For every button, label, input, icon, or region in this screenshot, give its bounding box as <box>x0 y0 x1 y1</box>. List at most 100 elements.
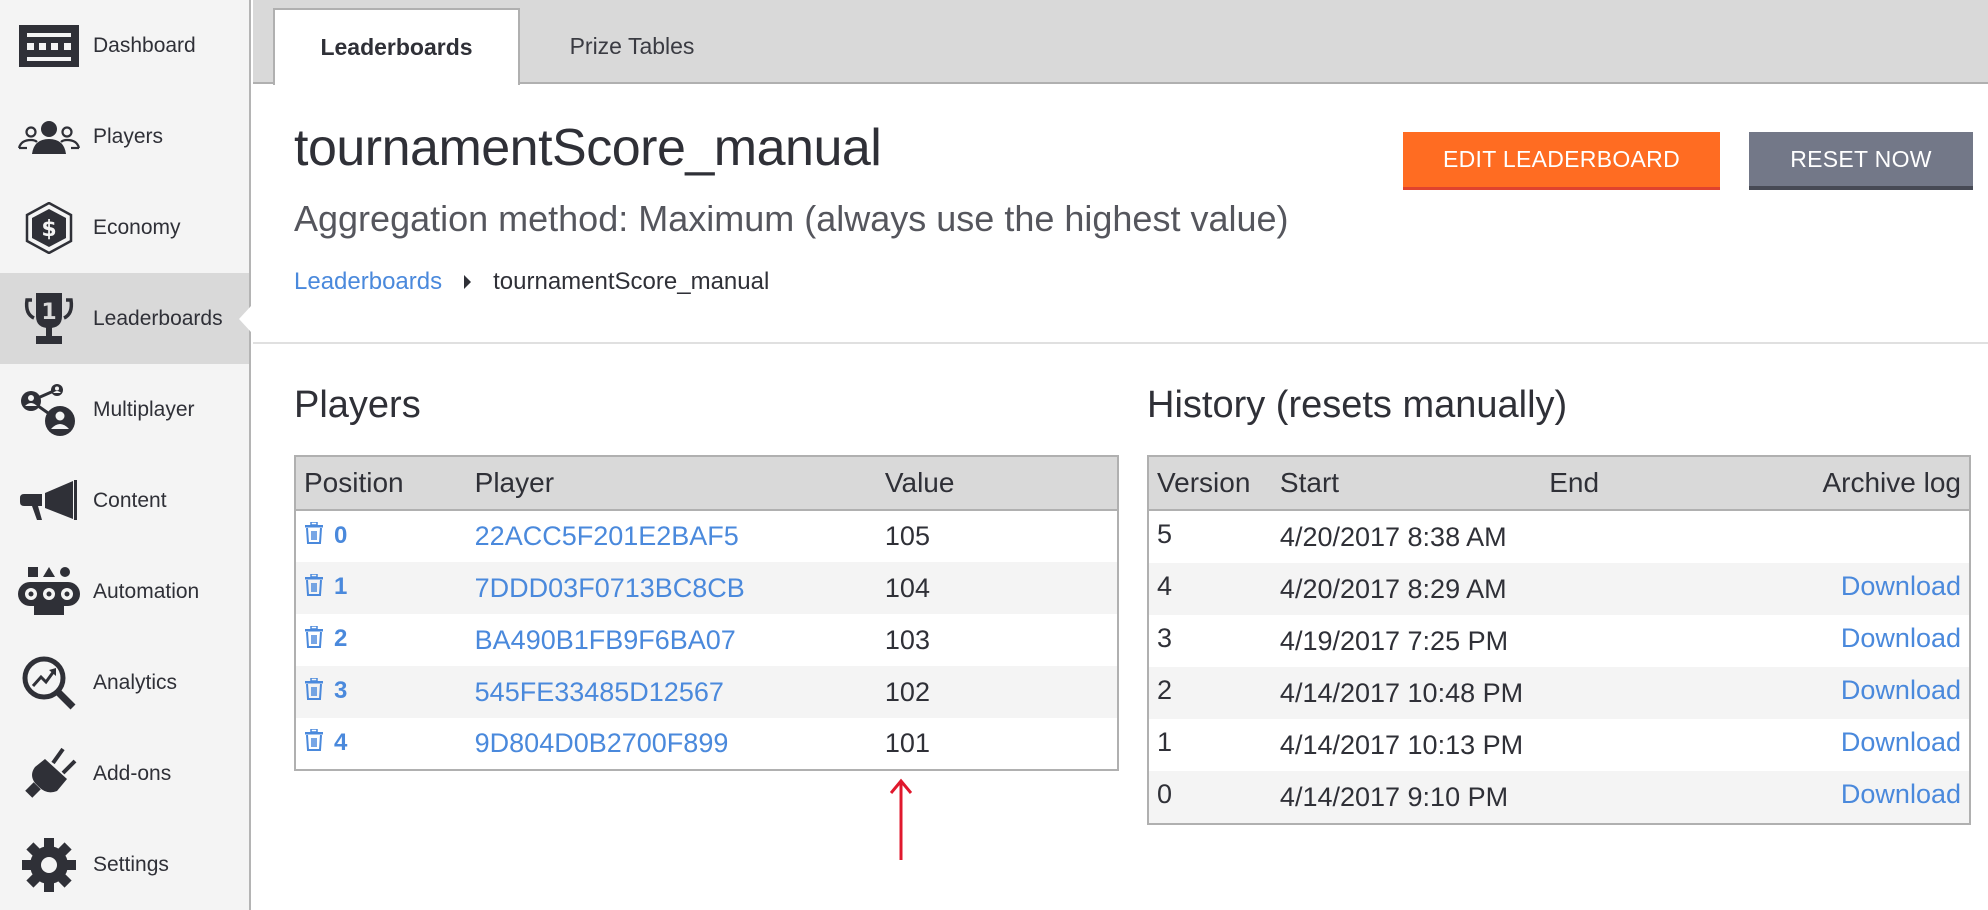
sidebar-item-dashboard[interactable]: Dashboard <box>0 0 249 91</box>
player-cell: 22ACC5F201E2BAF5 <box>467 510 877 562</box>
column-header-position[interactable]: Position <box>295 456 467 511</box>
value-cell: 101 <box>884 728 930 758</box>
players-table: Position Player Value 0 22ACC5F201E2BAF5 1… <box>294 455 1119 771</box>
archive-log-cell <box>1800 510 1970 563</box>
table-row: 3 545FE33485D12567 102 <box>295 666 1118 718</box>
download-link[interactable]: Download <box>1841 675 1961 705</box>
position-link[interactable]: 3 <box>334 677 347 704</box>
tab-prize-tables[interactable]: Prize Tables <box>521 8 743 85</box>
version-cell: 3 <box>1157 623 1173 653</box>
sidebar-item-content[interactable]: Content <box>0 455 249 546</box>
sidebar-item-label: Settings <box>93 852 169 876</box>
start-cell: 4/20/2017 8:38 AM <box>1279 522 1507 552</box>
sidebar-item-label: Dashboard <box>93 33 196 57</box>
sidebar-item-label: Leaderboards <box>93 306 223 330</box>
history-table-header: Version Start End Archive log <box>1148 456 1970 511</box>
download-link[interactable]: Download <box>1841 779 1961 809</box>
version-cell: 1 <box>1157 727 1173 757</box>
breadcrumb-current: tournamentScore_manual <box>493 268 770 295</box>
table-row: 1 4/14/2017 10:13 PM Download <box>1148 719 1970 771</box>
table-row: 5 4/20/2017 8:38 AM <box>1148 510 1970 563</box>
player-cell: BA490B1FB9F6BA07 <box>467 614 877 666</box>
version-cell: 0 <box>1148 771 1272 824</box>
player-cell: 9D804D0B2700F899 <box>467 718 877 770</box>
position-link[interactable]: 0 <box>334 522 347 549</box>
download-link[interactable]: Download <box>1841 571 1961 601</box>
end-cell <box>1541 771 1801 824</box>
column-header-start[interactable]: Start <box>1271 456 1542 511</box>
position-cell: 3 <box>295 666 467 718</box>
trash-icon[interactable] <box>304 521 324 551</box>
history-table: Version Start End Archive log 5 4/20/2017… <box>1147 455 1971 825</box>
download-link[interactable]: Download <box>1841 727 1961 757</box>
sidebar-item-economy[interactable]: $ Economy <box>0 182 249 273</box>
position-cell: 4 <box>295 718 467 770</box>
tab-leaderboards[interactable]: Leaderboards <box>273 8 520 85</box>
sidebar-item-settings[interactable]: Settings <box>0 819 249 910</box>
page-title: tournamentScore_manual <box>294 119 882 177</box>
player-id-link[interactable]: 7DDD03F0713BC8CB <box>475 573 745 603</box>
version-cell: 5 <box>1157 519 1173 549</box>
sidebar-item-label: Players <box>93 124 164 148</box>
sidebar-item-multiplayer[interactable]: Multiplayer <box>0 364 249 455</box>
aggregation-method: Aggregation method: Maximum (always use … <box>294 198 1289 239</box>
position-link[interactable]: 1 <box>334 573 347 600</box>
player-id-link[interactable]: 545FE33485D12567 <box>475 677 724 707</box>
players-table-header: Position Player Value <box>295 456 1118 511</box>
position-cell: 1 <box>295 562 467 614</box>
table-row: 1 7DDD03F0713BC8CB 104 <box>295 562 1118 614</box>
sidebar-item-automation[interactable]: Automation <box>0 546 249 637</box>
archive-log-cell: Download <box>1800 719 1970 771</box>
sidebar-item-label: Multiplayer <box>93 397 195 421</box>
annotation-arrow-icon <box>890 778 912 860</box>
dashboard-icon <box>18 21 80 71</box>
table-row: 3 4/19/2017 7:25 PM Download <box>1148 615 1970 667</box>
trash-icon[interactable] <box>304 676 324 707</box>
start-cell: 4/20/2017 8:29 AM <box>1271 563 1542 615</box>
column-header-player[interactable]: Player <box>466 456 877 511</box>
sidebar-item-players[interactable]: Players <box>0 91 249 182</box>
end-cell <box>1541 563 1801 615</box>
player-id-link[interactable]: 9D804D0B2700F899 <box>475 728 729 758</box>
plug-icon <box>18 747 80 799</box>
megaphone-icon <box>18 476 80 526</box>
sidebar-item-label: Analytics <box>93 670 178 694</box>
player-id-link[interactable]: BA490B1FB9F6BA07 <box>475 625 736 655</box>
trash-icon[interactable] <box>304 728 324 758</box>
end-cell <box>1541 510 1800 563</box>
value-cell: 102 <box>876 666 1118 718</box>
column-header-end[interactable]: End <box>1541 456 1801 511</box>
column-header-archive-log[interactable]: Archive log <box>1800 456 1970 511</box>
version-cell: 4 <box>1148 563 1272 615</box>
download-link[interactable]: Download <box>1841 623 1961 653</box>
automation-icon <box>18 566 80 617</box>
reset-now-button[interactable]: RESET NOW <box>1749 132 1973 190</box>
position-link[interactable]: 2 <box>334 625 347 652</box>
sidebar-item-leaderboards[interactable]: 1 Leaderboards <box>0 273 249 364</box>
start-cell: 4/14/2017 9:10 PM <box>1271 771 1542 824</box>
sidebar-item-analytics[interactable]: Analytics <box>0 637 249 728</box>
svg-text:$: $ <box>41 217 56 242</box>
sidebar-item-add-ons[interactable]: Add-ons <box>0 728 249 819</box>
edit-leaderboard-button[interactable]: EDIT LEADERBOARD <box>1403 132 1720 190</box>
column-header-version[interactable]: Version <box>1148 456 1272 511</box>
trash-icon[interactable] <box>304 624 324 655</box>
tab-bar: Leaderboards Prize Tables <box>253 0 1988 85</box>
position-cell: 0 <box>295 510 467 562</box>
position-link[interactable]: 4 <box>334 729 347 756</box>
start-cell: 4/14/2017 10:48 PM <box>1271 667 1542 719</box>
multiplayer-icon <box>18 383 80 436</box>
trophy-icon: 1 <box>18 292 80 344</box>
sidebar-item-label: Content <box>93 488 167 512</box>
archive-log-cell: Download <box>1800 667 1970 719</box>
sidebar-item-label: Automation <box>93 579 200 603</box>
column-header-value[interactable]: Value <box>876 456 1118 511</box>
table-row: 0 22ACC5F201E2BAF5 105 <box>295 510 1118 562</box>
players-section-title: Players <box>294 384 421 426</box>
start-cell: 4/19/2017 7:25 PM <box>1279 626 1509 656</box>
player-id-link[interactable]: 22ACC5F201E2BAF5 <box>475 521 739 551</box>
trash-icon[interactable] <box>304 572 324 603</box>
version-cell: 2 <box>1148 667 1272 719</box>
end-cell <box>1541 615 1800 667</box>
breadcrumb-leaderboards-link[interactable]: Leaderboards <box>294 268 442 296</box>
